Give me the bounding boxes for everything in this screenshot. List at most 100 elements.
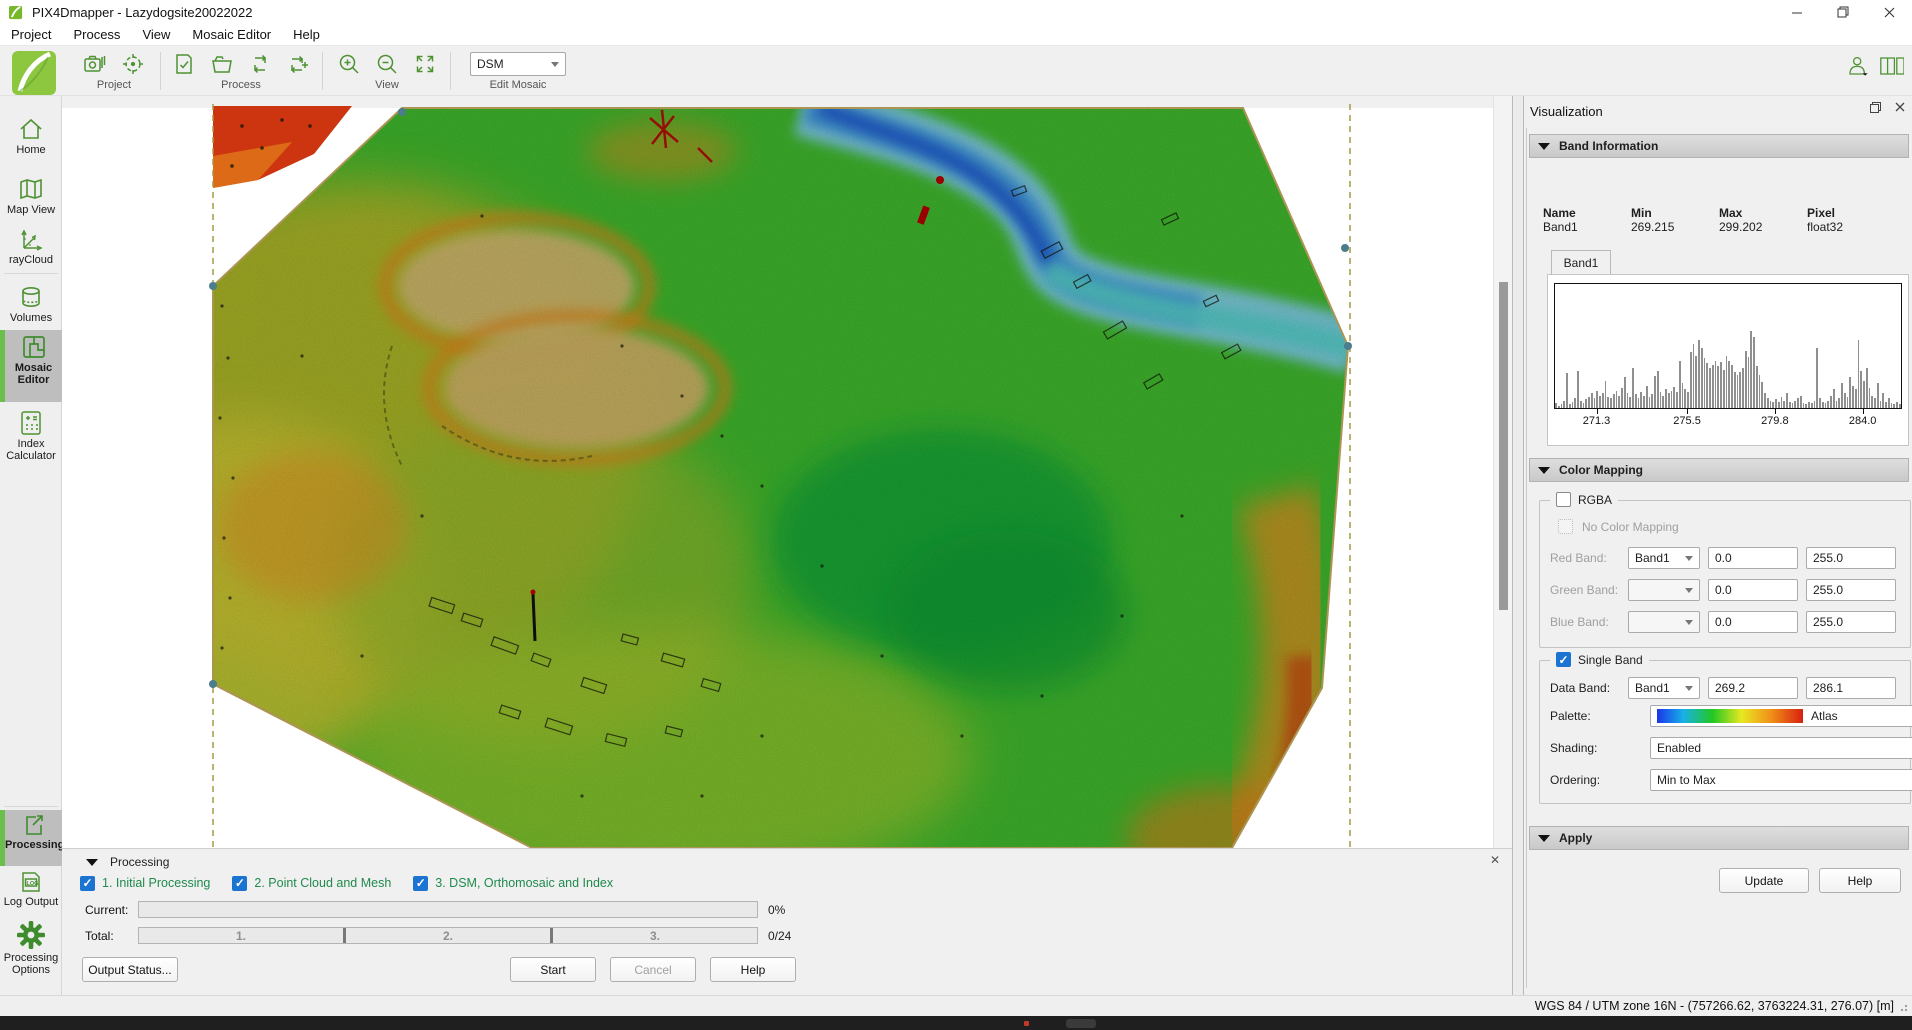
pix4d-logo: [12, 51, 56, 95]
total-segment-2: 2.: [346, 928, 553, 943]
menu-mosaic-editor[interactable]: Mosaic Editor: [181, 25, 282, 44]
total-segment-1: 1.: [139, 928, 346, 943]
green-band-select[interactable]: [1628, 579, 1700, 601]
zoom-in-icon[interactable]: [337, 52, 361, 76]
blue-band-select[interactable]: [1628, 611, 1700, 633]
green-band-max-input[interactable]: 255.0: [1806, 579, 1896, 601]
output-status-button[interactable]: Output Status...: [82, 957, 178, 982]
total-progress-value: 0/24: [768, 929, 791, 943]
shading-select[interactable]: Enabled: [1650, 737, 1912, 759]
step-point-cloud-mesh[interactable]: ✓2. Point Cloud and Mesh: [232, 876, 391, 891]
blue-band-max-input[interactable]: 255.0: [1806, 611, 1896, 633]
minimize-button[interactable]: [1774, 0, 1820, 24]
red-band-min-input[interactable]: 0.0: [1708, 547, 1798, 569]
sidebar-item-log-output[interactable]: LOG Log Output: [0, 868, 62, 908]
chevron-down-icon: [1685, 620, 1693, 625]
single-band-label: Single Band: [1578, 653, 1643, 667]
cancel-button[interactable]: Cancel: [610, 957, 696, 982]
band1-tab[interactable]: Band1: [1551, 250, 1611, 274]
no-color-mapping-checkbox[interactable]: [1558, 519, 1573, 534]
green-band-min-input[interactable]: 0.0: [1708, 579, 1798, 601]
palette-select[interactable]: Atlas: [1650, 705, 1912, 727]
add-images-icon[interactable]: [83, 52, 107, 76]
fit-view-icon[interactable]: [413, 52, 437, 76]
step2-checkbox[interactable]: ✓: [232, 876, 247, 891]
sidebar-item-processing-options[interactable]: ProcessingOptions: [0, 918, 62, 976]
close-button[interactable]: [1866, 0, 1912, 24]
update-button[interactable]: Update: [1719, 868, 1809, 893]
sidebar-item-map-view[interactable]: Map View: [0, 174, 62, 216]
user-account-icon[interactable]: [1846, 54, 1870, 78]
color-mapping-header[interactable]: Color Mapping: [1529, 458, 1909, 482]
sidebar-item-raycloud[interactable]: rayCloud: [0, 224, 62, 266]
apply-header[interactable]: Apply: [1529, 826, 1909, 850]
undock-panel-icon[interactable]: [1869, 101, 1882, 114]
close-panel-icon[interactable]: [1894, 101, 1906, 113]
step3-checkbox[interactable]: ✓: [413, 876, 428, 891]
sidebar-item-volumes[interactable]: Volumes: [0, 282, 62, 324]
histogram-tick: [1863, 409, 1864, 414]
vertical-scrollbar[interactable]: [1493, 96, 1512, 848]
apply-help-button[interactable]: Help: [1819, 868, 1901, 893]
single-band-checkbox[interactable]: ✓: [1556, 652, 1571, 667]
blue-band-min-input[interactable]: 0.0: [1708, 611, 1798, 633]
current-progress-bar: [138, 901, 758, 918]
mosaic-editor-icon: [21, 334, 47, 360]
step-dsm-orthomosaic[interactable]: ✓3. DSM, Orthomosaic and Index: [413, 876, 613, 891]
gear-icon: [16, 920, 46, 950]
data-band-select[interactable]: Band1: [1628, 677, 1700, 699]
data-band-max-input[interactable]: 286.1: [1806, 677, 1896, 699]
home-icon: [18, 116, 44, 142]
mosaic-layer-select[interactable]: DSM: [470, 52, 566, 76]
status-bar: WGS 84 / UTM zone 16N - (757266.62, 3763…: [0, 995, 1912, 1016]
histogram-plot[interactable]: [1554, 283, 1902, 409]
panel-splitter[interactable]: [1512, 96, 1524, 995]
gcp-manager-icon[interactable]: [121, 52, 145, 76]
map-icon: [18, 176, 44, 202]
sidebar-item-processing[interactable]: Processing: [0, 810, 62, 866]
processing-panel-header[interactable]: Processing: [86, 855, 169, 869]
chevron-down-icon: [551, 62, 559, 67]
processing-panel-close-icon[interactable]: ✕: [1490, 853, 1500, 867]
reprocess-icon[interactable]: [248, 52, 272, 76]
total-segment-3: 3.: [553, 928, 757, 943]
restore-button[interactable]: [1820, 0, 1866, 24]
help-button[interactable]: Help: [710, 957, 796, 982]
ordering-select[interactable]: Min to Max: [1650, 769, 1912, 791]
menu-project[interactable]: Project: [0, 25, 62, 44]
red-band-max-input[interactable]: 255.0: [1806, 547, 1896, 569]
ordering-label: Ordering:: [1550, 773, 1628, 787]
collapse-triangle-icon: [1538, 143, 1550, 150]
toolbar-group-process-label: Process: [166, 79, 316, 91]
zoom-out-icon[interactable]: [375, 52, 399, 76]
red-band-select[interactable]: Band1: [1628, 547, 1700, 569]
resize-grip[interactable]: [1900, 1002, 1910, 1012]
menu-help[interactable]: Help: [282, 25, 331, 44]
map-canvas[interactable]: [62, 96, 1493, 848]
band-information-header[interactable]: Band Information: [1529, 134, 1909, 158]
sidebar-item-mosaic-editor[interactable]: MosaicEditor: [0, 330, 62, 402]
layout-panels-icon[interactable]: [1880, 54, 1904, 78]
scrollbar-thumb[interactable]: [1499, 282, 1508, 610]
step1-checkbox[interactable]: ✓: [80, 876, 95, 891]
data-band-min-input[interactable]: 269.2: [1708, 677, 1798, 699]
toolbar-separator: [450, 52, 451, 90]
sidebar-divider: [4, 273, 58, 274]
red-band-label: Red Band:: [1550, 551, 1628, 565]
processing-options-icon[interactable]: [172, 52, 196, 76]
sidebar-item-home[interactable]: Home: [0, 114, 62, 156]
histogram-tick: [1687, 409, 1688, 414]
chevron-down-icon: [1685, 686, 1693, 691]
processing-panel: Processing ✕ ✓1. Initial Processing ✓2. …: [62, 848, 1512, 995]
open-results-icon[interactable]: [210, 52, 234, 76]
processing-panel-icon: [22, 813, 46, 837]
step-initial-processing[interactable]: ✓1. Initial Processing: [80, 876, 210, 891]
menu-process[interactable]: Process: [62, 25, 131, 44]
start-button[interactable]: Start: [510, 957, 596, 982]
menu-view[interactable]: View: [131, 25, 181, 44]
rgba-checkbox[interactable]: [1556, 492, 1571, 507]
sidebar-divider: [4, 806, 58, 807]
reprocess-add-icon[interactable]: [286, 52, 310, 76]
palette-swatch: [1657, 709, 1803, 723]
sidebar-item-index-calculator[interactable]: IndexCalculator: [0, 408, 62, 462]
